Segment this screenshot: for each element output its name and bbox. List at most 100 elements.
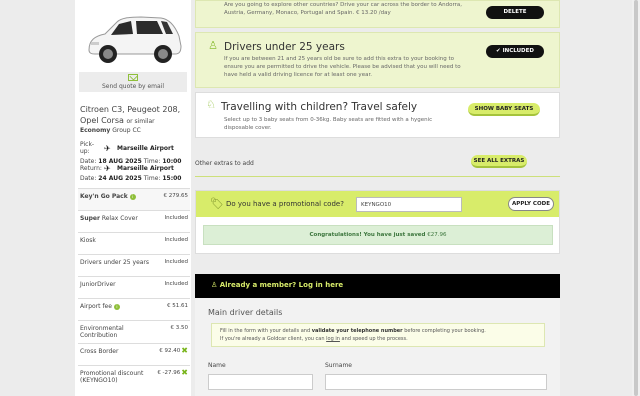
return-date-label: Date:: [80, 175, 97, 182]
apply-code-button[interactable]: APPLY CODE: [508, 197, 554, 211]
price-label-text: Airport fee: [80, 303, 112, 310]
price-label: Cross Border: [80, 348, 152, 355]
login-link[interactable]: log in: [326, 336, 340, 342]
price-value: € 279.65: [163, 193, 189, 199]
name-label: Name: [208, 362, 226, 369]
name-input[interactable]: [208, 374, 313, 390]
send-quote-label: Send quote by email: [101, 83, 165, 90]
price-value: € 92.40: [159, 348, 181, 354]
price-value: € 3.50: [170, 325, 189, 331]
show-baby-seats-button[interactable]: SHOW BABY SEATS: [468, 103, 540, 116]
children-title: Travelling with children? Travel safely: [221, 101, 418, 113]
promo-success-message: Congratulations! You have just saved €27…: [203, 225, 553, 245]
price-label-text: Drivers under 25 years: [80, 259, 150, 266]
price-value-wrap: € 92.40 ✖: [159, 347, 188, 355]
price-value: Included: [164, 281, 188, 287]
envelope-icon: [128, 74, 138, 81]
price-value: € 51.61: [167, 303, 188, 309]
scrollbar-thumb[interactable]: [634, 0, 638, 396]
plane-icon: ✈: [104, 143, 111, 153]
member-login-bar[interactable]: ♙ Already a member? Log in here: [195, 274, 560, 298]
success-text: Congratulations! You have just saved: [309, 232, 426, 238]
price-breakdown: Key'n Go Pack i € 279.65 Super Relax Cover I…: [78, 188, 190, 388]
saved-amount: €27.96: [427, 232, 447, 238]
price-value: € -27.96: [157, 370, 181, 376]
return-info: Return: ✈ Marseille Airport Date: 24 AUG…: [80, 165, 190, 183]
children-extra: ♘ Travelling with children? Travel safel…: [195, 92, 560, 138]
other-extras-label: Other extras to add: [195, 160, 254, 167]
driver-details-section: Main driver details Fill in the form wit…: [195, 298, 560, 396]
price-label-bold: Key'n Go Pack: [80, 193, 128, 200]
price-label-text: JuniorDriver: [80, 281, 116, 288]
price-label: Key'n Go Pack i: [80, 193, 152, 200]
price-row: Key'n Go Pack i € 279.65: [78, 188, 190, 210]
promo-section: 🏷 Do you have a promotional code? APPLY …: [195, 190, 560, 254]
price-label-text: Kiosk: [80, 237, 96, 244]
price-value-wrap: € 51.61: [167, 303, 188, 309]
cross-border-extra: Are you going to explore other countries…: [195, 0, 560, 28]
remove-icon[interactable]: ✖: [181, 347, 188, 355]
price-value-wrap: Included: [164, 237, 188, 243]
under25-text: If you are between 21 and 25 years old b…: [224, 56, 461, 78]
return-label: Return:: [80, 165, 102, 172]
see-all-extras-button[interactable]: SEE ALL EXTRAS: [471, 155, 527, 168]
price-label: Drivers under 25 years: [80, 259, 152, 266]
remove-icon[interactable]: ✖: [181, 369, 188, 377]
car-name: Citroen C3, Peugeot 208, Opel Corsa or s…: [80, 104, 190, 127]
car-class-name: Economy: [80, 127, 111, 134]
under25-extra: ♙ Drivers under 25 years If you are betw…: [195, 32, 560, 88]
price-row: JuniorDriver Included: [78, 276, 190, 298]
price-label-text: Cross Border: [80, 348, 119, 355]
note-text: Fill in the form with your details and: [220, 328, 312, 334]
pickup-time-label: Time:: [143, 158, 161, 165]
price-label-text: Promotional discount (KEYNGO10): [80, 370, 144, 384]
under25-title: Drivers under 25 years: [224, 41, 345, 53]
car-class: Economy Group CC: [80, 127, 141, 134]
included-button[interactable]: ✔ INCLUDED: [486, 45, 544, 58]
price-label: Airport fee i: [80, 303, 152, 310]
note-bold: validate your telephone number: [311, 328, 403, 334]
price-value: Included: [164, 215, 188, 221]
included-label: INCLUDED: [502, 48, 534, 54]
price-label-text: Environmental Contribution: [80, 325, 124, 339]
driver-details-title: Main driver details: [208, 308, 283, 317]
divider: [195, 176, 560, 177]
note-text-2: before completing your booking.: [402, 328, 486, 334]
surname-label: Surname: [325, 362, 352, 369]
surname-input[interactable]: [325, 374, 547, 390]
promo-code-input[interactable]: [356, 197, 462, 212]
send-quote-button[interactable]: Send quote by email: [79, 72, 187, 92]
note-text-4: and speed up the process.: [339, 336, 408, 342]
price-value-wrap: Included: [164, 215, 188, 221]
children-text: Select up to 3 baby seats from 0-36kg. B…: [224, 117, 433, 131]
car-image: [88, 16, 182, 63]
price-label: Super Relax Cover: [80, 215, 152, 222]
info-icon[interactable]: i: [113, 303, 120, 310]
cross-border-text: Are you going to explore other countries…: [224, 2, 462, 16]
driver-icon: ♙: [208, 39, 218, 52]
car-class-group: Group CC: [112, 127, 141, 134]
note-text-3: If you're already a Goldcar client, you …: [220, 336, 327, 342]
price-row: Cross Border € 92.40 ✖: [78, 343, 190, 365]
price-value: Included: [164, 237, 188, 243]
pickup-date-label: Date:: [80, 158, 97, 165]
price-row: Promotional discount (KEYNGO10) € -27.96 ✖: [78, 365, 190, 388]
delete-button[interactable]: DELETE: [486, 6, 544, 19]
driver-note: Fill in the form with your details and v…: [211, 323, 545, 347]
car-similar: or similar: [126, 118, 155, 125]
price-label-bold: Super: [80, 215, 100, 222]
info-icon[interactable]: i: [129, 193, 136, 200]
price-row: Drivers under 25 years Included: [78, 254, 190, 276]
price-value-wrap: Included: [164, 281, 188, 287]
baby-seat-icon: ♘: [206, 98, 216, 111]
main-content: Are you going to explore other countries…: [195, 0, 560, 396]
return-date: 24 AUG 2025: [98, 175, 142, 182]
tag-icon: 🏷: [210, 197, 224, 210]
price-value: Included: [164, 259, 188, 265]
price-label-text: Relax Cover: [99, 215, 138, 222]
return-time-label: Time:: [143, 175, 161, 182]
member-login-label: ♙ Already a member? Log in here: [211, 281, 344, 289]
price-row: Airport fee i € 51.61: [78, 298, 190, 320]
return-location: Marseille Airport: [117, 165, 174, 172]
price-label: Promotional discount (KEYNGO10): [80, 370, 152, 384]
